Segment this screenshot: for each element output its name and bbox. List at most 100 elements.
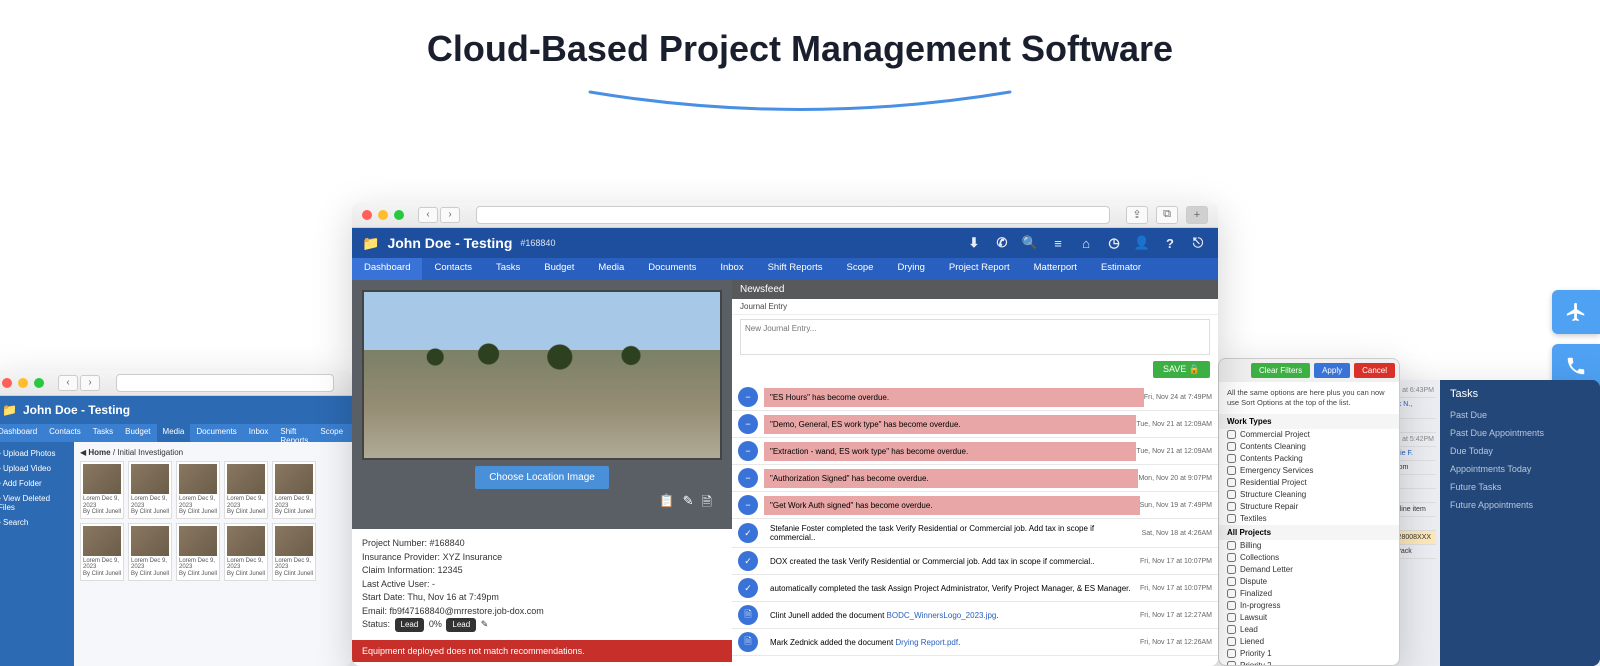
min-dot[interactable]: [18, 378, 28, 388]
tab-matterport[interactable]: Matterport: [1022, 258, 1089, 280]
menu-icon[interactable]: ≡: [1048, 233, 1068, 253]
checkbox-liened[interactable]: Liened: [1219, 636, 1399, 648]
edit-icon[interactable]: ✎: [683, 493, 694, 515]
newsfeed-pane: Newsfeed Journal Entry SAVE 🔒 −"ES Hours…: [732, 280, 1218, 666]
choose-location-button[interactable]: Choose Location Image: [475, 466, 609, 489]
task-filter-item[interactable]: Due Today: [1450, 442, 1590, 460]
checkbox-commercial-project[interactable]: Commercial Project: [1219, 429, 1399, 441]
tab-project-report[interactable]: Project Report: [937, 258, 1022, 280]
address-bar[interactable]: [116, 374, 334, 392]
checkbox-lead[interactable]: Lead: [1219, 624, 1399, 636]
checkbox-emergency-services[interactable]: Emergency Services: [1219, 465, 1399, 477]
checkbox-billing[interactable]: Billing: [1219, 540, 1399, 552]
checkbox-contents-packing[interactable]: Contents Packing: [1219, 453, 1399, 465]
task-filter-item[interactable]: Appointments Today: [1450, 460, 1590, 478]
fwd-button[interactable]: ›: [440, 207, 460, 223]
tabs-icon[interactable]: ⧉: [1156, 206, 1178, 224]
apply-button[interactable]: Apply: [1314, 363, 1350, 378]
tab-dashboard[interactable]: Dashboard: [0, 424, 43, 442]
checkbox-lawsuit[interactable]: Lawsuit: [1219, 612, 1399, 624]
tab-tasks[interactable]: Tasks: [87, 424, 119, 442]
clear-filters-button[interactable]: Clear Filters: [1251, 363, 1310, 378]
fwd-button[interactable]: ›: [80, 375, 100, 391]
logout-icon[interactable]: ⎋: [1188, 233, 1208, 253]
phone-icon[interactable]: ✆: [992, 233, 1012, 253]
sidebar-item[interactable]: • Upload Video: [0, 461, 70, 476]
tab-shift-reports[interactable]: Shift Reports: [756, 258, 835, 280]
task-filter-item[interactable]: Past Due Appointments: [1450, 424, 1590, 442]
checkbox-contents-cleaning[interactable]: Contents Cleaning: [1219, 441, 1399, 453]
tab-documents[interactable]: Documents: [190, 424, 242, 442]
clock-icon[interactable]: ◷: [1104, 233, 1124, 253]
tab-drying[interactable]: Drying: [885, 258, 936, 280]
edit-icon[interactable]: ✎: [481, 619, 489, 629]
note-icon[interactable]: 🗎: [702, 493, 712, 515]
search-icon[interactable]: 🔍: [1020, 233, 1040, 253]
tab-scope[interactable]: Scope: [314, 424, 349, 442]
tab-media[interactable]: Media: [586, 258, 636, 280]
back-button[interactable]: ‹: [418, 207, 438, 223]
tab-scope[interactable]: Scope: [835, 258, 886, 280]
close-dot[interactable]: [2, 378, 12, 388]
task-filter-item[interactable]: Past Due: [1450, 406, 1590, 424]
doc-link[interactable]: Drying Report.pdf: [895, 638, 958, 647]
address-bar[interactable]: [476, 206, 1110, 224]
checkbox-priority-2[interactable]: Priority 2: [1219, 660, 1399, 666]
thumbnail[interactable]: Lorem Dec 9, 2023By Clint Junell: [80, 523, 124, 581]
tab-media[interactable]: Media: [157, 424, 191, 442]
user-icon[interactable]: 👤: [1132, 233, 1152, 253]
max-dot[interactable]: [34, 378, 44, 388]
download-icon[interactable]: ⬇: [964, 233, 984, 253]
checkbox-finalized[interactable]: Finalized: [1219, 588, 1399, 600]
checkbox-structure-repair[interactable]: Structure Repair: [1219, 501, 1399, 513]
thumbnail[interactable]: Lorem Dec 9, 2023By Clint Junell: [128, 461, 172, 519]
share-icon[interactable]: ⇪: [1126, 206, 1148, 224]
save-button[interactable]: SAVE 🔒: [1153, 361, 1210, 378]
help-icon[interactable]: ?: [1160, 233, 1180, 253]
tab-contacts[interactable]: Contacts: [422, 258, 484, 280]
task-filter-item[interactable]: Future Appointments: [1450, 496, 1590, 514]
max-dot[interactable]: [394, 210, 404, 220]
checkbox-residential-project[interactable]: Residential Project: [1219, 477, 1399, 489]
tab-documents[interactable]: Documents: [636, 258, 708, 280]
tab-contacts[interactable]: Contacts: [43, 424, 87, 442]
doc-link[interactable]: BODC_WinnersLogo_2023.jpg: [887, 611, 997, 620]
checkbox-collections[interactable]: Collections: [1219, 552, 1399, 564]
thumbnail[interactable]: Lorem Dec 9, 2023By Clint Junell: [224, 523, 268, 581]
checkbox-dispute[interactable]: Dispute: [1219, 576, 1399, 588]
task-filter-item[interactable]: Future Tasks: [1450, 478, 1590, 496]
journal-entry-input[interactable]: [740, 319, 1210, 355]
home-icon[interactable]: ⌂: [1076, 233, 1096, 253]
sidebar-item[interactable]: • View Deleted Files: [0, 491, 70, 515]
checkbox-structure-cleaning[interactable]: Structure Cleaning: [1219, 489, 1399, 501]
thumbnail[interactable]: Lorem Dec 9, 2023By Clint Junell: [176, 461, 220, 519]
checkbox-priority-1[interactable]: Priority 1: [1219, 648, 1399, 660]
close-dot[interactable]: [362, 210, 372, 220]
tab-tasks[interactable]: Tasks: [484, 258, 532, 280]
thumbnail[interactable]: Lorem Dec 9, 2023By Clint Junell: [224, 461, 268, 519]
tab-budget[interactable]: Budget: [532, 258, 586, 280]
sidebar-item[interactable]: • Upload Photos: [0, 446, 70, 461]
tab-shift-reports[interactable]: Shift Reports: [274, 424, 314, 442]
tab-inbox[interactable]: Inbox: [708, 258, 755, 280]
sidebar-item[interactable]: • Add Folder: [0, 476, 70, 491]
tab-inbox[interactable]: Inbox: [243, 424, 275, 442]
tab-estimator[interactable]: Estimator: [1089, 258, 1153, 280]
tab-dashboard[interactable]: Dashboard: [352, 258, 422, 280]
thumbnail[interactable]: Lorem Dec 9, 2023By Clint Junell: [176, 523, 220, 581]
checkbox-textiles[interactable]: Textiles: [1219, 513, 1399, 525]
thumbnail[interactable]: Lorem Dec 9, 2023By Clint Junell: [272, 461, 316, 519]
back-button[interactable]: ‹: [58, 375, 78, 391]
thumbnail[interactable]: Lorem Dec 9, 2023By Clint Junell: [128, 523, 172, 581]
min-dot[interactable]: [378, 210, 388, 220]
thumbnail[interactable]: Lorem Dec 9, 2023By Clint Junell: [272, 523, 316, 581]
fab-plane-icon[interactable]: [1552, 290, 1600, 334]
cancel-button[interactable]: Cancel: [1354, 363, 1395, 378]
checkbox-demand-letter[interactable]: Demand Letter: [1219, 564, 1399, 576]
copy-icon[interactable]: 📋: [658, 493, 674, 515]
sidebar-item[interactable]: • Search: [0, 515, 70, 530]
thumbnail[interactable]: Lorem Dec 9, 2023By Clint Junell: [80, 461, 124, 519]
tab-budget[interactable]: Budget: [119, 424, 156, 442]
checkbox-in-progress[interactable]: In-progress: [1219, 600, 1399, 612]
add-tab-icon[interactable]: +: [1186, 206, 1208, 224]
